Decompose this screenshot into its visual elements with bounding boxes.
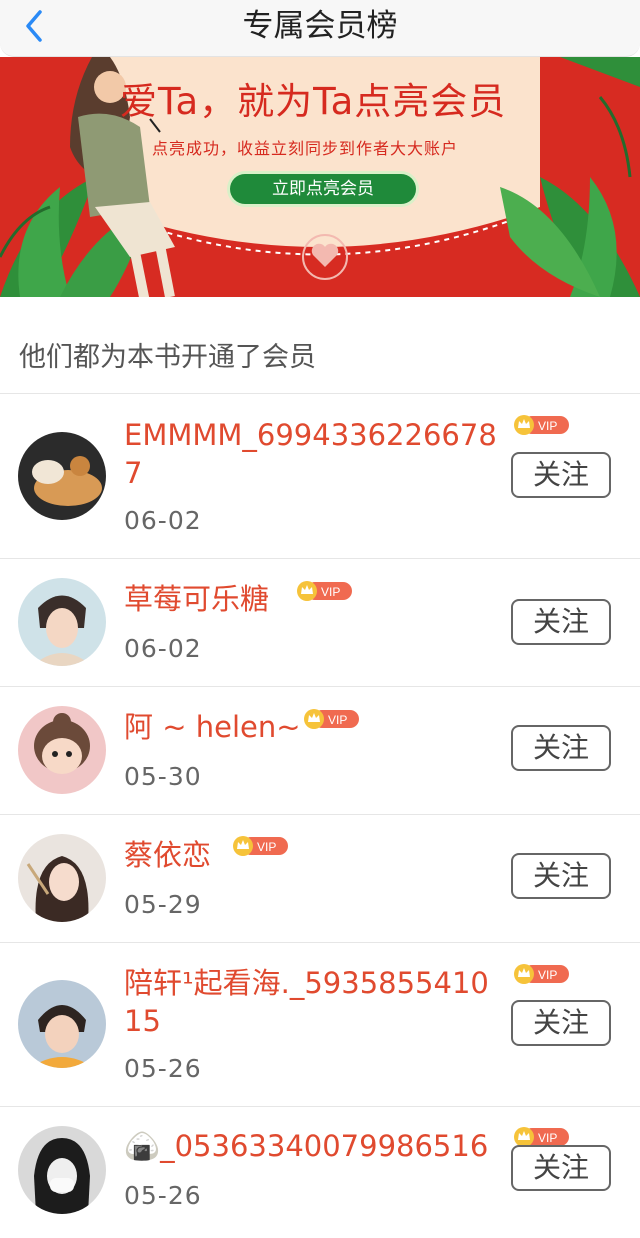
banner-headline: 爱Ta，就为Ta点亮会员: [120, 80, 507, 123]
vip-badge: VIP: [233, 836, 288, 856]
vip-badge: VIP: [304, 709, 359, 729]
promo-banner[interactable]: 爱Ta，就为Ta点亮会员 点亮成功，收益立刻同步到作者大大账户 立即点亮会员: [0, 57, 640, 297]
vip-badge: VIP: [514, 964, 569, 984]
member-name[interactable]: 🍙_05363340079986516: [124, 1127, 488, 1165]
follow-button[interactable]: 关注: [511, 1000, 611, 1046]
member-row: 陪轩¹起看海._593585541015 VIP 05-26 关注: [0, 943, 640, 1107]
avatar[interactable]: [18, 706, 106, 794]
section-header: 他们都为本书开通了会员: [0, 297, 640, 394]
member-name[interactable]: 蔡依恋: [124, 836, 211, 874]
vip-label: VIP: [538, 968, 557, 982]
member-name[interactable]: 草莓可乐糖: [124, 580, 269, 618]
follow-button[interactable]: 关注: [511, 725, 611, 771]
member-row: EMMMM_69943362266787 VIP 06-02 关注: [0, 394, 640, 559]
vip-label: VIP: [257, 840, 276, 854]
avatar[interactable]: [18, 980, 106, 1068]
page-title: 专属会员榜: [242, 8, 398, 44]
member-date: 05-26: [124, 1181, 202, 1210]
member-row: 阿 ~ helen~ VIP 05-30 关注: [0, 687, 640, 815]
banner-subtitle: 点亮成功，收益立刻同步到作者大大账户: [152, 139, 459, 158]
member-date: 05-29: [124, 890, 202, 919]
section-title: 他们都为本书开通了会员: [19, 342, 316, 373]
activate-membership-button[interactable]: 立即点亮会员: [230, 174, 416, 204]
member-date: 05-30: [124, 762, 202, 791]
avatar[interactable]: [18, 1126, 106, 1214]
member-date: 06-02: [124, 506, 202, 535]
follow-button[interactable]: 关注: [511, 853, 611, 899]
member-row: 蔡依恋 VIP 05-29 关注: [0, 815, 640, 943]
follow-button[interactable]: 关注: [511, 452, 611, 498]
avatar[interactable]: [18, 432, 106, 520]
vip-label: VIP: [538, 419, 557, 433]
top-bar: 专属会员榜: [0, 0, 640, 57]
member-row: 🍙_05363340079986516 VIP 05-26 关注: [0, 1107, 640, 1238]
vip-label: VIP: [321, 585, 340, 599]
avatar[interactable]: [18, 578, 106, 666]
vip-badge: VIP: [514, 415, 569, 435]
member-row: 草莓可乐糖 VIP 06-02 关注: [0, 559, 640, 687]
vip-label: VIP: [328, 713, 347, 727]
vip-label: VIP: [538, 1131, 557, 1145]
follow-button[interactable]: 关注: [511, 599, 611, 645]
member-date: 06-02: [124, 634, 202, 663]
member-date: 05-26: [124, 1054, 202, 1083]
member-name[interactable]: 阿 ~ helen~: [124, 708, 301, 746]
member-name[interactable]: EMMMM_69943362266787: [124, 416, 504, 492]
follow-button[interactable]: 关注: [511, 1145, 611, 1191]
vip-badge: VIP: [297, 581, 352, 601]
member-name[interactable]: 陪轩¹起看海._593585541015: [124, 964, 504, 1040]
avatar[interactable]: [18, 834, 106, 922]
